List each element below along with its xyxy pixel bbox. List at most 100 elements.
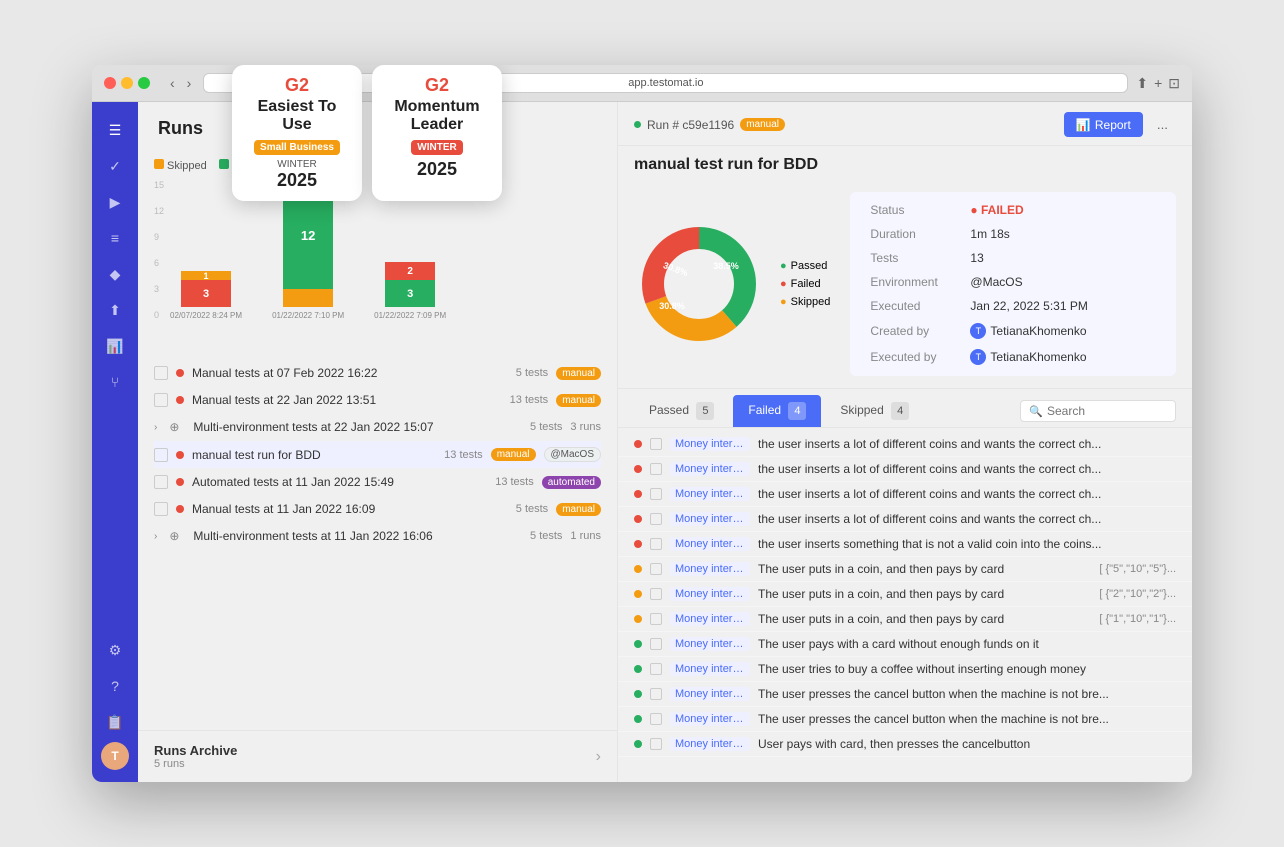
chart-legend: Skipped Passed Failed <box>154 159 601 172</box>
sidebar-icon-play[interactable]: ▶ <box>99 186 131 218</box>
test-item-3[interactable]: Money interac... the user inserts a lot … <box>618 482 1192 507</box>
run-name-7: Multi-environment tests at 11 Jan 2022 1… <box>193 529 522 543</box>
runs-archive[interactable]: Runs Archive 5 runs › <box>138 730 617 782</box>
test-dot-6 <box>634 565 642 573</box>
test-checkbox-3[interactable] <box>650 488 662 500</box>
expand-icon-3[interactable]: › <box>154 422 157 433</box>
sidebar-icon-layers[interactable]: ◆ <box>99 258 131 290</box>
run-checkbox-1[interactable] <box>154 366 168 380</box>
browser-actions: ⬆ + ⊡ <box>1136 75 1180 92</box>
test-checkbox-13[interactable] <box>650 738 662 750</box>
tab-failed[interactable]: Failed 4 <box>733 395 821 427</box>
sidebar-icon-help[interactable]: ? <box>99 670 131 702</box>
stat-key-created-by: Created by <box>862 318 962 344</box>
sidebar-icon-settings[interactable]: ⚙ <box>99 634 131 666</box>
test-suite-10: Money interac... <box>670 662 750 676</box>
run-item-3[interactable]: › ⊕ Multi-environment tests at 22 Jan 20… <box>154 414 601 441</box>
expand-icon-7[interactable]: › <box>154 531 157 542</box>
run-checkbox-5[interactable] <box>154 475 168 489</box>
run-checkbox-6[interactable] <box>154 502 168 516</box>
back-button[interactable]: ‹ <box>166 73 179 93</box>
sidebar-icon-clipboard[interactable]: 📋 <box>99 706 131 738</box>
tab-skipped[interactable]: Skipped 4 <box>825 395 924 427</box>
test-suite-11: Money interac... <box>670 687 750 701</box>
bar-label-1: 02/07/2022 8:24 PM <box>170 311 242 320</box>
tab-skipped-label: Skipped <box>840 403 883 417</box>
more-button[interactable]: ... <box>1149 112 1176 137</box>
detail-actions: 📊 Report ... <box>1064 112 1176 137</box>
test-dot-12 <box>634 715 642 723</box>
run-item-1[interactable]: Manual tests at 07 Feb 2022 16:22 5 test… <box>154 360 601 387</box>
run-item-6[interactable]: Manual tests at 11 Jan 2022 16:09 5 test… <box>154 496 601 523</box>
run-checkbox-2[interactable] <box>154 393 168 407</box>
sidebar-icon-menu[interactable]: ☰ <box>99 114 131 146</box>
test-checkbox-1[interactable] <box>650 438 662 450</box>
test-checkbox-4[interactable] <box>650 513 662 525</box>
run-item-4[interactable]: manual test run for BDD 13 tests manual … <box>154 441 601 469</box>
close-button[interactable] <box>104 77 116 89</box>
legend-failed: Failed <box>280 159 323 172</box>
sidebar-icon-branch[interactable]: ⑂ <box>99 366 131 398</box>
tab-passed[interactable]: Passed 5 <box>634 395 729 427</box>
search-input[interactable] <box>1047 404 1167 418</box>
test-suite-8: Money interac... <box>670 612 750 626</box>
test-item-4[interactable]: Money interac... the user inserts a lot … <box>618 507 1192 532</box>
test-item-9[interactable]: Money interac... The user pays with a ca… <box>618 632 1192 657</box>
stat-row-executed: Executed Jan 22, 2022 5:31 PM <box>862 294 1095 318</box>
test-checkbox-7[interactable] <box>650 588 662 600</box>
sidebar-toggle-icon: ⊡ <box>1168 75 1180 92</box>
minimize-button[interactable] <box>121 77 133 89</box>
test-list: Money interac... the user inserts a lot … <box>618 428 1192 782</box>
test-item-6[interactable]: Money interac... The user puts in a coin… <box>618 557 1192 582</box>
stat-key-executed-by: Executed by <box>862 344 962 370</box>
stat-row-duration: Duration 1m 18s <box>862 222 1095 246</box>
search-container: 🔍 <box>1020 400 1176 422</box>
executed-name: TetianaKhomenko <box>990 350 1086 364</box>
test-item-11[interactable]: Money interac... The user presses the ca… <box>618 682 1192 707</box>
test-checkbox-9[interactable] <box>650 638 662 650</box>
test-checkbox-5[interactable] <box>650 538 662 550</box>
copy-icon-3: ⊕ <box>169 420 179 434</box>
sidebar-icon-import[interactable]: ⬆ <box>99 294 131 326</box>
test-dot-3 <box>634 490 642 498</box>
test-item-2[interactable]: Money interac... the user inserts a lot … <box>618 457 1192 482</box>
avatar[interactable]: T <box>101 742 129 770</box>
maximize-button[interactable] <box>138 77 150 89</box>
test-checkbox-10[interactable] <box>650 663 662 675</box>
archive-title: Runs Archive <box>154 743 237 758</box>
test-item-5[interactable]: Money interac... the user inserts someth… <box>618 532 1192 557</box>
report-button[interactable]: 📊 Report <box>1064 112 1143 137</box>
run-item-5[interactable]: Automated tests at 11 Jan 2022 15:49 13 … <box>154 469 601 496</box>
test-item-13[interactable]: Money interac... User pays with card, th… <box>618 732 1192 757</box>
run-item-2[interactable]: Manual tests at 22 Jan 2022 13:51 13 tes… <box>154 387 601 414</box>
run-checkbox-4[interactable] <box>154 448 168 462</box>
donut-chart: 30.8% 38.5% 30.8% <box>634 219 764 349</box>
sidebar-icon-chart[interactable]: 📊 <box>99 330 131 362</box>
test-checkbox-11[interactable] <box>650 688 662 700</box>
test-suite-12: Money interac... <box>670 712 750 726</box>
sidebar-icon-list[interactable]: ≡ <box>99 222 131 254</box>
created-avatar: T <box>970 323 986 339</box>
run-item-7[interactable]: › ⊕ Multi-environment tests at 11 Jan 20… <box>154 523 601 550</box>
test-item-1[interactable]: Money interac... the user inserts a lot … <box>618 432 1192 457</box>
run-name-4: manual test run for BDD <box>192 448 436 462</box>
run-name-2: Manual tests at 22 Jan 2022 13:51 <box>192 393 502 407</box>
test-checkbox-12[interactable] <box>650 713 662 725</box>
test-dot-2 <box>634 465 642 473</box>
legend-passed: ●Passed <box>780 260 830 272</box>
sidebar-icon-check[interactable]: ✓ <box>99 150 131 182</box>
address-bar[interactable]: app.testomat.io <box>203 73 1128 93</box>
test-item-10[interactable]: Money interac... The user tries to buy a… <box>618 657 1192 682</box>
archive-arrow-icon: › <box>596 748 601 766</box>
test-item-7[interactable]: Money interac... The user puts in a coin… <box>618 582 1192 607</box>
test-checkbox-8[interactable] <box>650 613 662 625</box>
test-name-7: The user puts in a coin, and then pays b… <box>758 587 1091 601</box>
test-checkbox-2[interactable] <box>650 463 662 475</box>
stat-key-env: Environment <box>862 270 962 294</box>
donut-chart-container: 30.8% 38.5% 30.8% <box>634 219 764 349</box>
test-suite-13: Money interac... <box>670 737 750 751</box>
test-item-8[interactable]: Money interac... The user puts in a coin… <box>618 607 1192 632</box>
test-checkbox-6[interactable] <box>650 563 662 575</box>
test-item-12[interactable]: Money interac... The user presses the ca… <box>618 707 1192 732</box>
forward-button[interactable]: › <box>183 73 196 93</box>
